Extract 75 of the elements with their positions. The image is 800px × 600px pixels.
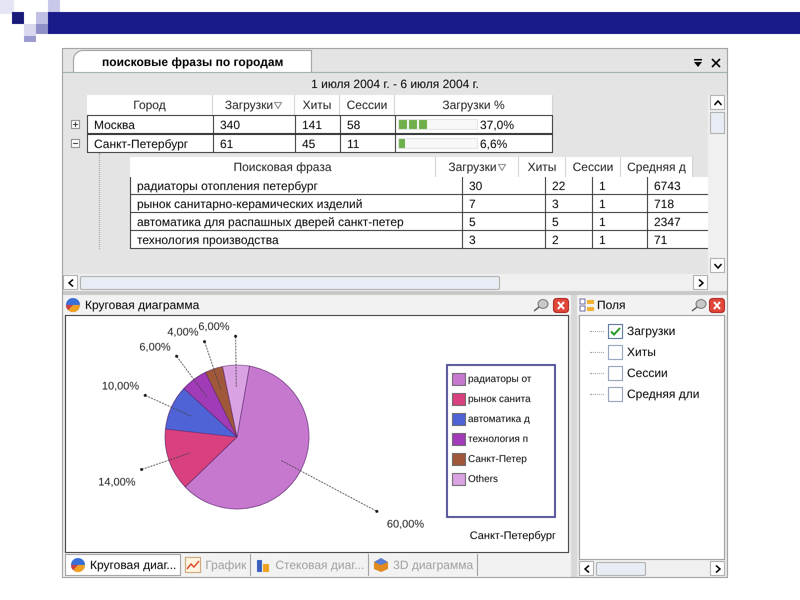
legend-label: технология п: [468, 433, 528, 447]
table-cell: 1: [593, 195, 648, 212]
table-cell: 141: [296, 116, 341, 133]
legend-label: радиаторы от: [468, 373, 532, 387]
field-label[interactable]: Хиты: [627, 343, 656, 361]
field-label[interactable]: Средняя дли: [627, 385, 700, 403]
table-cell: технология производства: [131, 231, 463, 248]
legend-label: Санкт-Петер: [468, 453, 527, 467]
minus-icon[interactable]: [70, 139, 80, 148]
chart-title: Санкт-Петербург: [470, 528, 556, 544]
close-icon[interactable]: [553, 298, 569, 312]
date-range: 1 июля 2004 г. - 6 июля 2004 г.: [310, 76, 480, 93]
leader-line: [234, 334, 238, 387]
bar-chart-icon: [255, 557, 272, 573]
table-cell: 58: [341, 116, 396, 133]
scrollbar-thumb[interactable]: [710, 112, 725, 134]
dropdown-icon[interactable]: [693, 58, 703, 68]
table-cell: 11: [341, 135, 396, 152]
check-icon: [610, 326, 621, 336]
percent-text: 37,0%: [480, 116, 514, 134]
fields-icon: [579, 298, 595, 312]
horizontal-scrollbar[interactable]: [579, 560, 725, 577]
table-cell: 3: [463, 231, 546, 248]
checkbox[interactable]: [608, 344, 623, 360]
legend-label: рынок санита: [468, 393, 531, 407]
table-cell: Санкт-Петербург: [88, 135, 214, 152]
plus-icon[interactable]: [70, 120, 80, 129]
table-cell: 30: [463, 177, 546, 194]
table-cell: 340: [214, 116, 296, 133]
field-label[interactable]: Загрузки: [627, 322, 676, 340]
value-label: 14,00%: [98, 476, 136, 488]
table-cell: радиаторы отопления петербург: [131, 177, 463, 194]
panel-title: Круговая диаграмма: [85, 297, 200, 314]
legend-label: Others: [468, 473, 498, 487]
field-label[interactable]: Сессии: [627, 364, 668, 382]
line-chart-icon: [185, 557, 202, 573]
sort-icon: [274, 102, 282, 108]
checkbox[interactable]: [608, 386, 623, 402]
checkbox[interactable]: [608, 366, 623, 380]
checkbox[interactable]: [608, 324, 623, 338]
legend-label: автоматика д: [468, 413, 530, 427]
table-cell: 1: [593, 177, 648, 194]
scrollbar-thumb[interactable]: [80, 276, 500, 290]
value-label: 4,00%: [167, 326, 199, 339]
cube-icon: [373, 557, 390, 573]
table-cell: 5: [463, 213, 546, 230]
leader-line: [140, 452, 190, 471]
table-cell: 22: [546, 177, 593, 194]
value-label: 6,00%: [198, 321, 230, 334]
document-tab[interactable]: поисковые фразы по городам: [73, 50, 312, 72]
table-cell: 45: [296, 135, 341, 152]
value-label: 10,00%: [102, 380, 140, 392]
table-cell: 5: [546, 213, 593, 230]
table-cell: 1: [593, 213, 648, 230]
horizontal-scrollbar[interactable]: [63, 274, 708, 291]
panel-title: Поля: [597, 297, 626, 314]
pie-icon: [65, 297, 81, 313]
table-cell: 3: [546, 195, 593, 212]
sort-icon: [498, 164, 506, 170]
table-cell: Москва: [88, 116, 214, 133]
vertical-scrollbar[interactable]: [708, 95, 727, 291]
table-cell: 7: [463, 195, 546, 212]
close-icon[interactable]: [711, 58, 721, 68]
table-cell: 2: [546, 231, 593, 248]
scrollbar-thumb[interactable]: [596, 562, 646, 576]
table-cell: автоматика для распашных дверей санкт-петер: [131, 213, 463, 230]
percent-text: 6,6%: [480, 136, 508, 152]
close-icon[interactable]: [709, 298, 725, 312]
value-label: 6,00%: [139, 341, 171, 354]
value-label: 60,00%: [386, 518, 424, 530]
chart-tab[interactable]: Круговая диаг...: [65, 554, 182, 576]
table-cell: 61: [214, 135, 296, 152]
table-cell: рынок санитарно-керамических изделий: [131, 195, 463, 212]
table-cell: 1: [593, 231, 648, 248]
pie-icon: [70, 557, 86, 573]
